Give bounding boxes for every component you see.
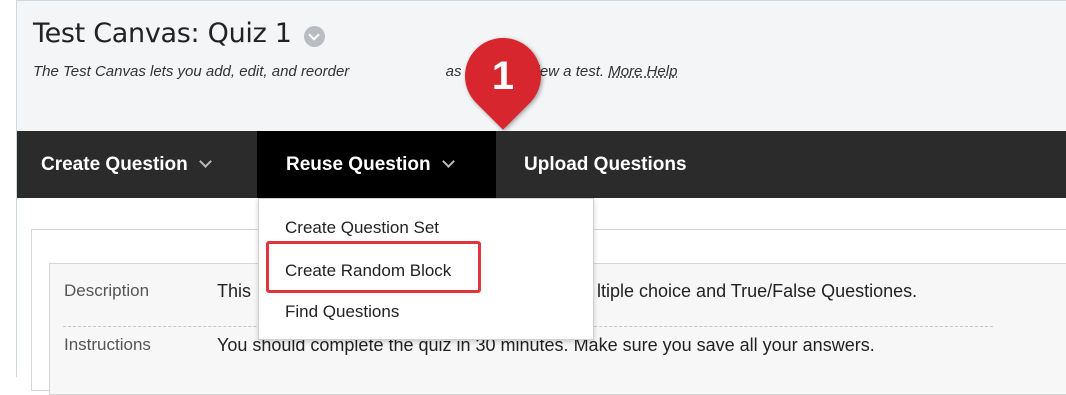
description-value-start: This: [217, 281, 252, 301]
instructions-label: Instructions: [64, 335, 151, 354]
menu-item-find-questions[interactable]: Find Questions: [285, 302, 399, 322]
upload-questions-label: Upload Questions: [524, 153, 687, 175]
menu-item-create-question-set[interactable]: Create Question Set: [285, 218, 439, 238]
action-bar: Create Question Reuse Question Upload Qu…: [17, 131, 1066, 198]
chevron-down-circle-icon[interactable]: [304, 26, 325, 47]
description-value-end: ltiple choice and True/False Questiones.: [597, 281, 918, 301]
page-title: Test Canvas: Quiz 1: [33, 18, 292, 49]
reuse-question-label: Reuse Question: [286, 153, 431, 175]
create-question-button[interactable]: Create Question: [17, 131, 230, 198]
upload-questions-button[interactable]: Upload Questions: [524, 131, 687, 198]
create-question-label: Create Question: [41, 153, 188, 175]
description-label: Description: [64, 281, 150, 300]
description-text: The Test Canvas lets you add, edit, and …: [33, 63, 350, 80]
reuse-question-button[interactable]: Reuse Question: [257, 131, 496, 198]
chevron-down-icon: [441, 155, 455, 168]
more-help-link[interactable]: More Help: [608, 63, 677, 80]
step-number-badge: 1: [491, 53, 515, 98]
highlight-box: [266, 241, 481, 293]
chevron-down-icon: [198, 155, 212, 168]
page-description: The Test Canvas lets you add, edit, and …: [33, 63, 677, 80]
